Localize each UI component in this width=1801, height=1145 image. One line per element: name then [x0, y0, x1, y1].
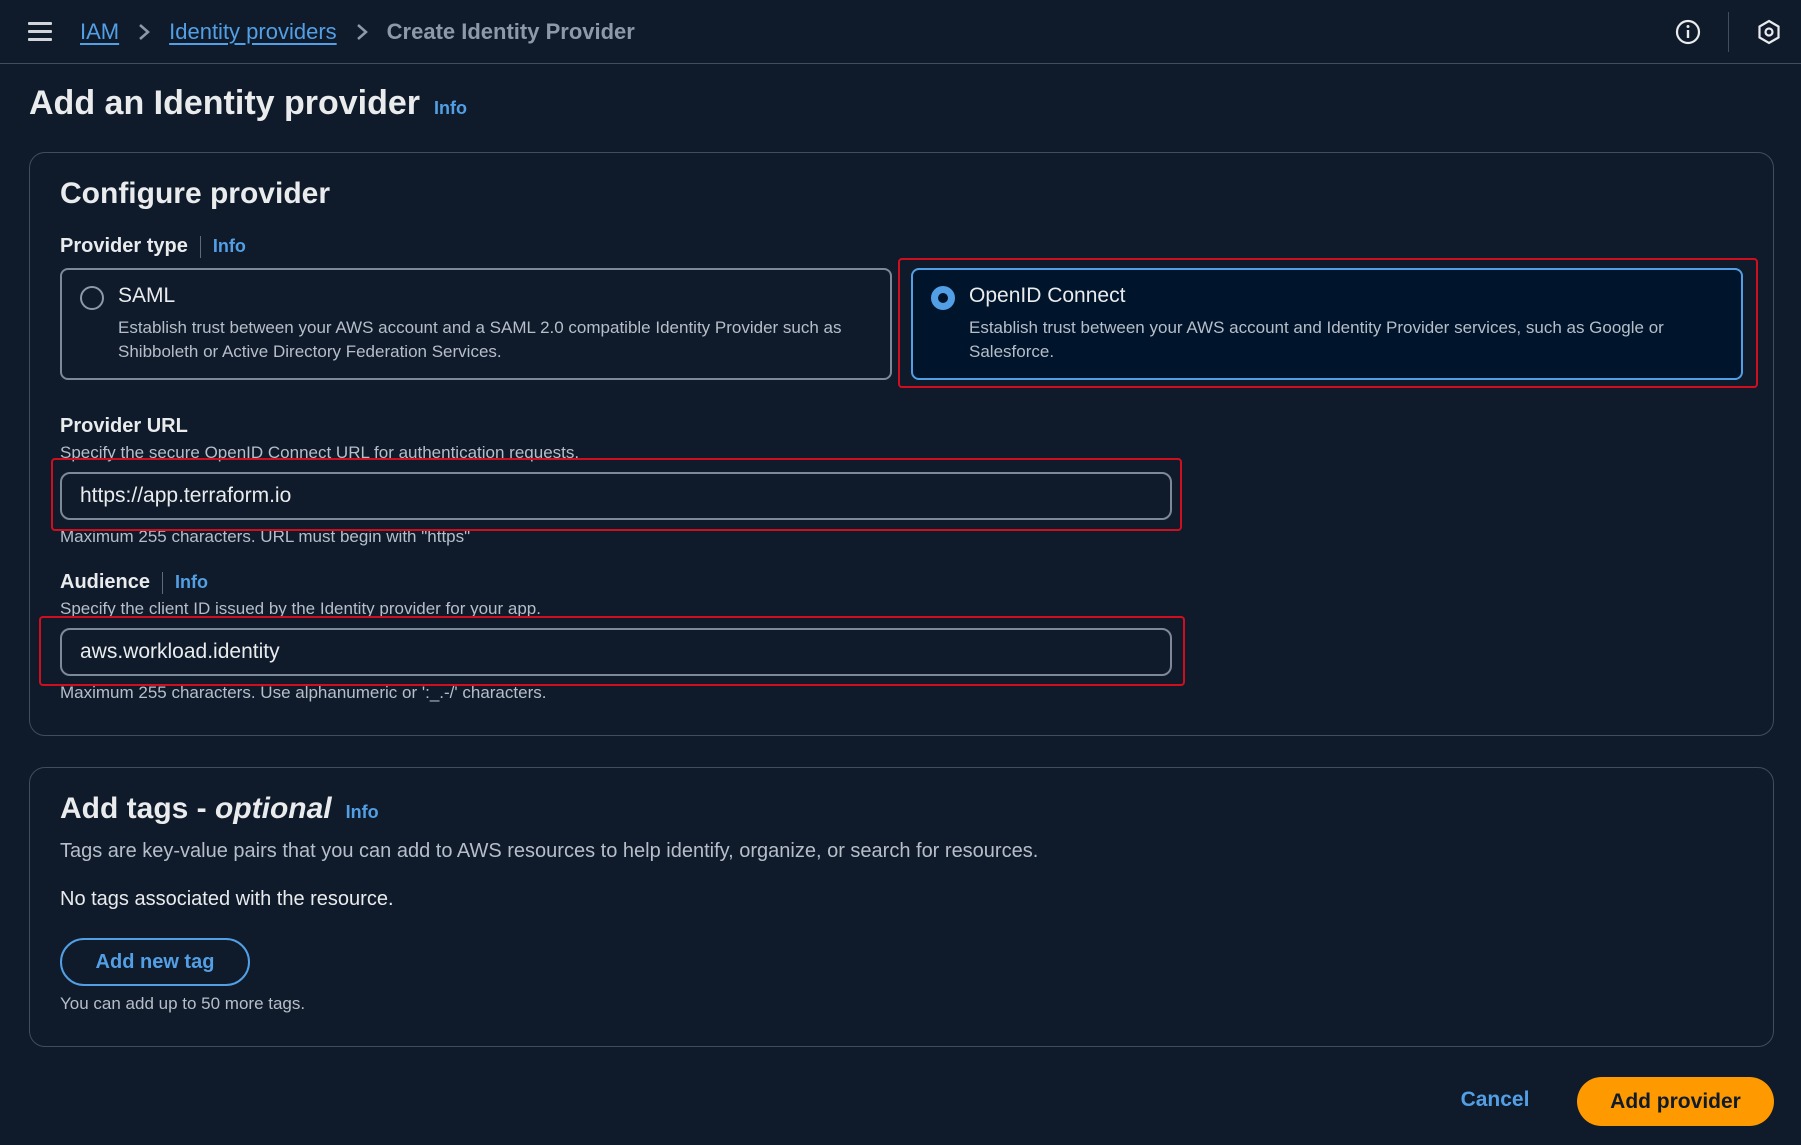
audience-label-row: Audience Info — [60, 571, 208, 594]
chevron-right-icon — [137, 22, 151, 42]
page-title-text: Add an Identity provider — [29, 84, 421, 122]
add-tags-title-main: Add tags - — [60, 792, 215, 825]
top-divider — [1728, 12, 1729, 52]
add-provider-button[interactable]: Add provider — [1577, 1077, 1774, 1126]
label-divider — [162, 571, 164, 594]
tags-limit-hint: You can add up to 50 more tags. — [60, 994, 306, 1013]
provider-type-label-row: Provider type Info — [60, 235, 246, 258]
saml-option-description: Establish trust between your AWS account… — [118, 318, 842, 361]
provider-url-label: Provider URL — [60, 415, 188, 437]
add-new-tag-button[interactable]: Add new tag — [60, 938, 250, 986]
page-title: Add an Identity provider Info — [29, 84, 467, 123]
breadcrumb-iam[interactable]: IAM — [80, 19, 119, 45]
provider-url-description: Specify the secure OpenID Connect URL fo… — [60, 443, 580, 462]
add-tags-info-link[interactable]: Info — [346, 802, 379, 823]
provider-url-label-row: Provider URL — [60, 415, 188, 438]
breadcrumb-current: Create Identity Provider — [386, 19, 635, 44]
openid-connect-option-description: Establish trust between your AWS account… — [969, 318, 1664, 361]
top-navigation-bar: IAM Identity providers Create Identity P… — [0, 0, 1801, 64]
page-info-link[interactable]: Info — [434, 98, 467, 119]
add-tags-description: Tags are key-value pairs that you can ad… — [60, 840, 1039, 862]
configure-provider-title: Configure provider — [60, 177, 331, 210]
chevron-right-icon — [355, 22, 369, 42]
breadcrumb-identity-providers[interactable]: Identity providers — [169, 19, 337, 45]
add-tags-title: Add tags - optional Info — [60, 792, 379, 826]
hexagon-settings-icon[interactable] — [1755, 18, 1783, 46]
provider-url-hint: Maximum 255 characters. URL must begin w… — [60, 527, 471, 546]
info-circle-icon[interactable] — [1674, 18, 1702, 46]
top-icons — [1674, 0, 1783, 64]
provider-url-input[interactable] — [60, 472, 1172, 520]
no-tags-message: No tags associated with the resource. — [60, 888, 394, 910]
audience-info-link[interactable]: Info — [175, 572, 208, 593]
audience-description: Specify the client ID issued by the Iden… — [60, 599, 541, 618]
saml-option-card[interactable]: SAML Establish trust between your AWS ac… — [60, 268, 892, 380]
provider-type-info-link[interactable]: Info — [213, 236, 246, 257]
audience-input[interactable] — [60, 628, 1172, 676]
saml-option-title: SAML — [118, 284, 176, 307]
configure-provider-panel: Configure provider Provider type Info SA… — [29, 152, 1774, 736]
add-tags-panel: Add tags - optional Info Tags are key-va… — [29, 767, 1774, 1047]
breadcrumb: IAM Identity providers Create Identity P… — [80, 18, 635, 46]
label-divider — [199, 235, 201, 258]
saml-radio-button[interactable] — [80, 286, 104, 310]
audience-label: Audience — [60, 571, 151, 593]
audience-hint: Maximum 255 characters. Use alphanumeric… — [60, 683, 547, 702]
provider-type-label: Provider type — [60, 235, 188, 257]
openid-connect-radio-button[interactable] — [931, 286, 955, 310]
add-tags-title-optional: optional — [215, 792, 332, 825]
openid-connect-option-card[interactable]: OpenID Connect Establish trust between y… — [911, 268, 1743, 380]
cancel-button[interactable]: Cancel — [1445, 1080, 1545, 1120]
hamburger-menu-icon[interactable] — [28, 22, 52, 42]
openid-connect-option-title: OpenID Connect — [969, 284, 1126, 307]
